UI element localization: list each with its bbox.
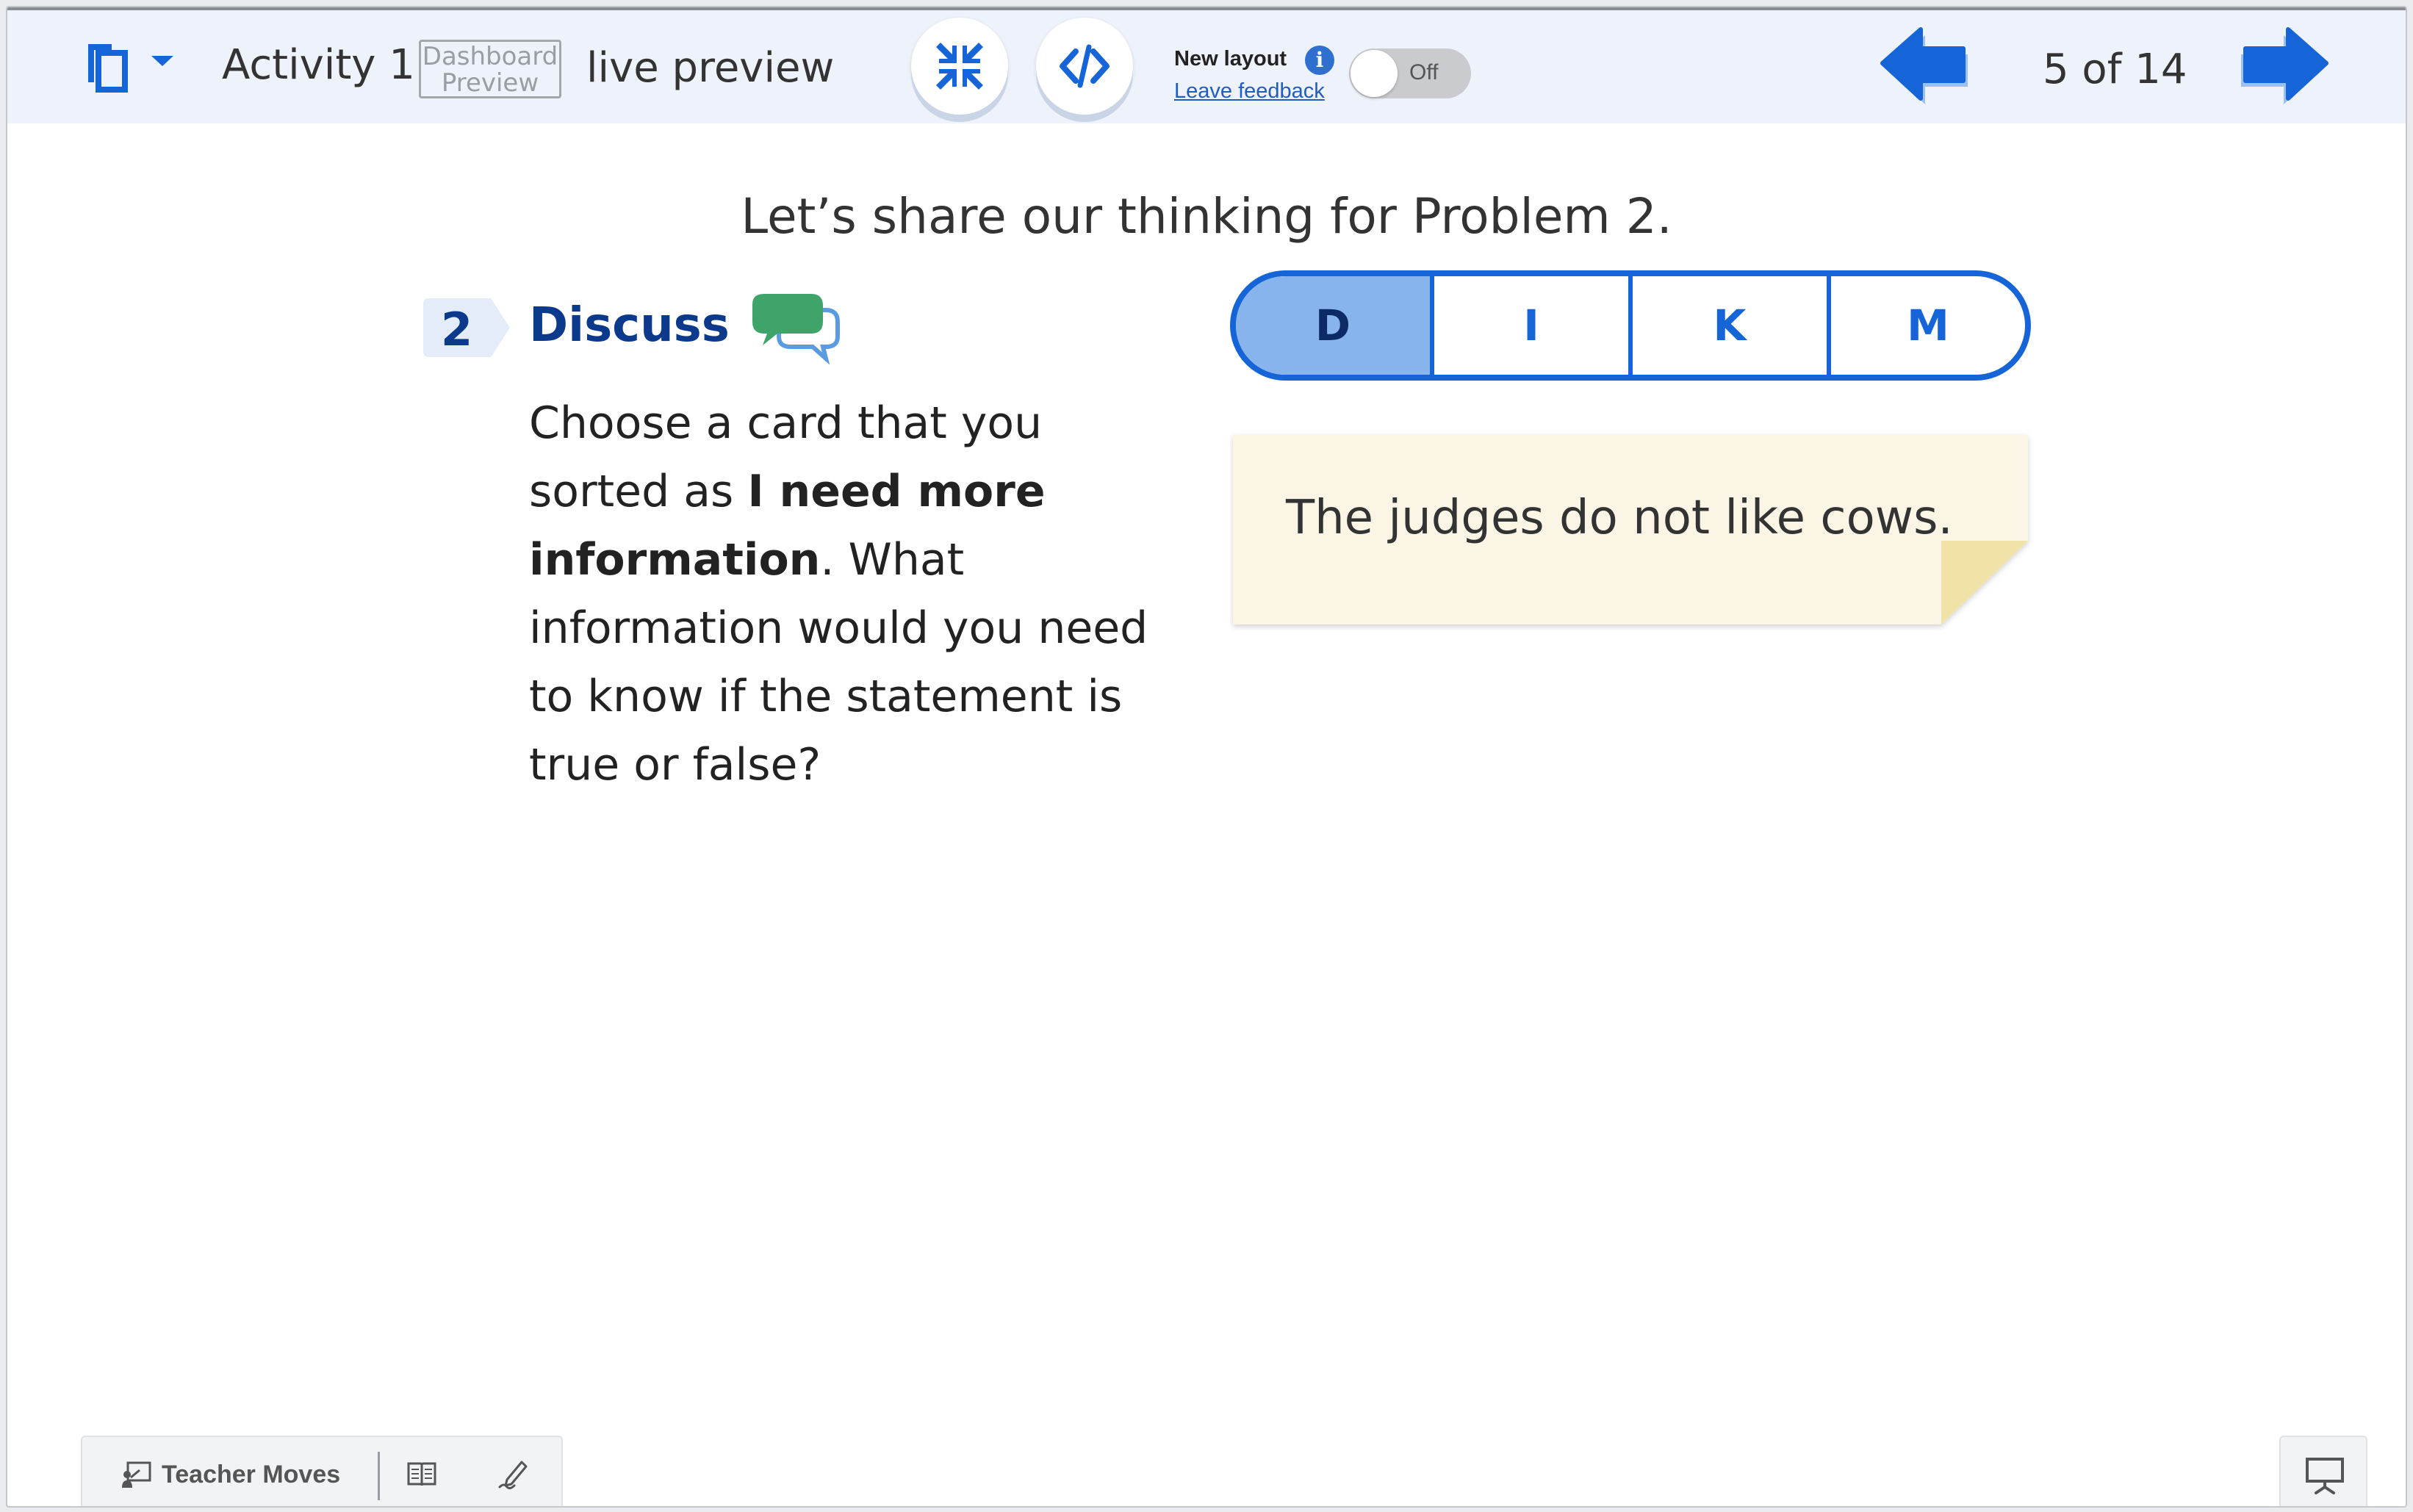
step-title: Discuss [529,298,730,353]
tab-i[interactable]: I [1430,276,1628,375]
app-window: Activity 1 Dashboard Preview live previe… [6,6,2407,1508]
presentation-icon [2306,1458,2344,1494]
code-view-button[interactable] [1036,18,1133,115]
arrow-right-icon [2241,27,2329,104]
next-screen-button[interactable] [2234,25,2329,114]
tab-m[interactable]: M [1827,276,2025,375]
dashboard-badge-line2: Preview [441,68,539,98]
pen-icon [498,1461,528,1490]
toggle-knob [1351,50,1398,97]
discussion-icon [752,294,840,364]
caret-down-icon [151,56,173,66]
code-icon [1060,44,1110,88]
live-preview-label: live preview [586,44,835,92]
toolbar-divider [378,1452,380,1500]
statement-card: The judges do not like cows. [1230,432,2032,630]
copy-menu-button[interactable] [75,37,185,96]
book-button[interactable] [406,1459,438,1492]
present-button[interactable] [2279,1436,2367,1506]
discussion-prompt: Choose a card that you sorted as I need … [529,389,1190,799]
collapse-icon [936,43,983,90]
leave-feedback-link[interactable]: Leave feedback [1174,79,1325,104]
arrow-left-icon [1880,27,1968,104]
step-badge: 2 [422,297,513,359]
collapse-button[interactable] [911,18,1008,115]
dashboard-badge-line1: Dashboard [422,42,558,71]
info-icon[interactable]: i [1305,46,1334,75]
copy-icon [88,44,128,93]
tab-k[interactable]: K [1628,276,1827,375]
new-layout-toggle[interactable]: Off [1349,48,1471,98]
activity-title: Activity 1 [222,41,415,89]
annotate-button[interactable] [497,1458,529,1494]
step-number: 2 [441,303,473,356]
teacher-moves-button[interactable]: Teacher Moves [121,1456,340,1493]
book-icon [407,1462,436,1486]
card-tabs: D I K M [1230,270,2031,381]
teacher-moves-icon [122,1461,151,1488]
page-counter: 5 of 14 [2043,46,2187,93]
previous-screen-button[interactable] [1880,25,1975,114]
tab-d[interactable]: D [1236,276,1430,375]
top-bar: Activity 1 Dashboard Preview live previe… [7,7,2406,123]
card-text: The judges do not like cows. [1286,491,1953,545]
teacher-moves-label: Teacher Moves [162,1460,341,1488]
screen-heading: Let’s share our thinking for Problem 2. [741,188,1672,245]
toggle-state-label: Off [1409,60,1439,84]
new-layout-label: New layout [1174,47,1287,71]
teacher-toolbar: Teacher Moves [81,1436,563,1506]
dashboard-preview-badge: Dashboard Preview [419,40,561,98]
